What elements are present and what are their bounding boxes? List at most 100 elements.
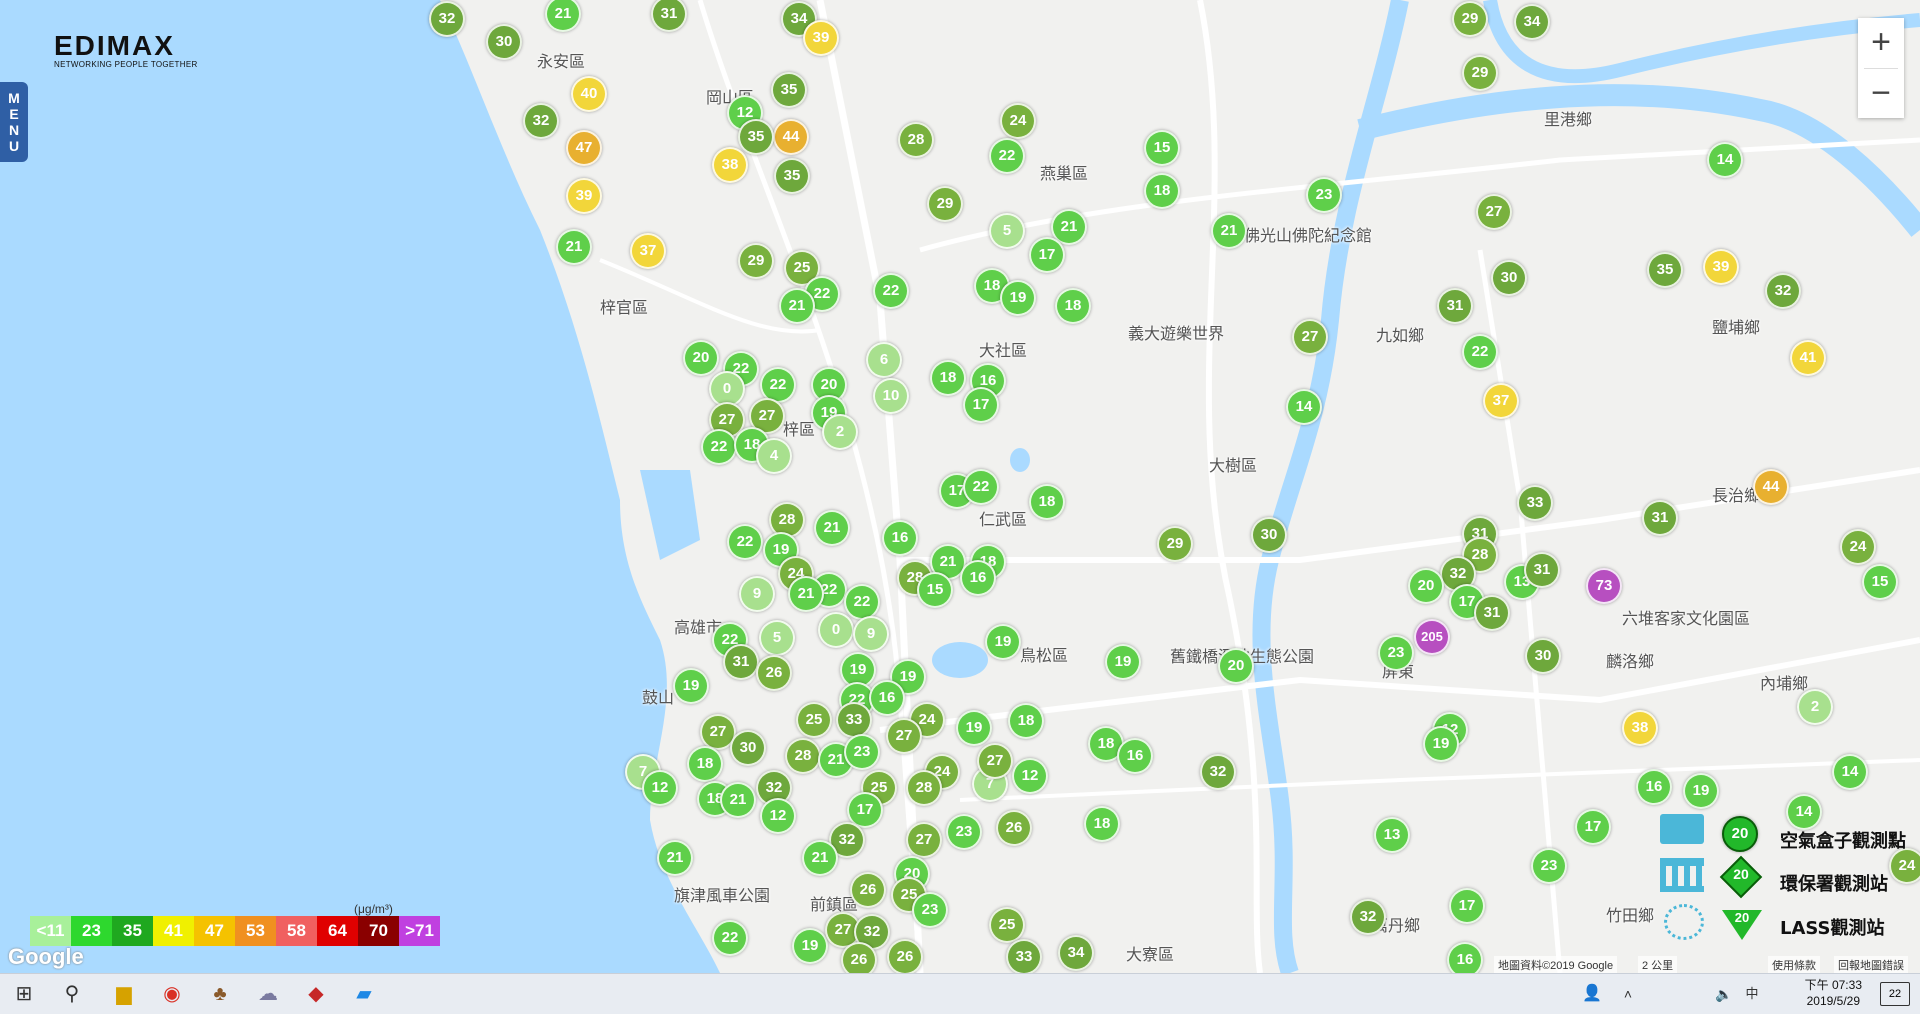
sensor-marker[interactable]: 20 [1218, 648, 1254, 684]
sensor-marker[interactable]: 35 [738, 119, 774, 155]
sensor-marker[interactable]: 23 [844, 734, 880, 770]
sensor-marker[interactable]: 21 [814, 510, 850, 546]
sensor-marker[interactable]: 26 [850, 872, 886, 908]
sensor-marker[interactable]: 18 [687, 746, 723, 782]
sensor-marker[interactable]: 16 [882, 520, 918, 556]
sensor-marker[interactable]: 21 [657, 840, 693, 876]
sensor-marker[interactable]: 32 [523, 103, 559, 139]
sensor-marker[interactable]: 21 [1211, 213, 1247, 249]
sensor-marker[interactable]: 30 [1525, 638, 1561, 674]
sensor-marker[interactable]: 28 [898, 122, 934, 158]
sensor-marker[interactable]: 9 [853, 616, 889, 652]
menu-tab[interactable]: MENU [0, 82, 28, 162]
notification-icon[interactable]: 22 [1880, 982, 1910, 1006]
sensor-marker[interactable]: 17 [1575, 809, 1611, 845]
sensor-marker[interactable]: 33 [1517, 485, 1553, 521]
sensor-marker[interactable]: 16 [1447, 942, 1483, 973]
sensor-marker[interactable]: 19 [985, 624, 1021, 660]
sensor-marker[interactable]: 24 [1889, 848, 1920, 884]
ime-indicator[interactable]: 中 [1738, 980, 1766, 1008]
sensor-marker[interactable]: 21 [720, 782, 756, 818]
sensor-marker[interactable]: 27 [906, 822, 942, 858]
search-icon[interactable]: ⚲ [58, 980, 86, 1008]
sensor-marker[interactable]: 2 [1797, 689, 1833, 725]
sensor-marker[interactable]: 22 [727, 524, 763, 560]
sensor-marker[interactable]: 21 [556, 229, 592, 265]
sensor-marker[interactable]: 20 [1408, 568, 1444, 604]
sensor-marker[interactable]: 29 [1452, 1, 1488, 37]
sensor-marker[interactable]: 18 [1029, 484, 1065, 520]
sensor-marker[interactable]: 12 [1012, 758, 1048, 794]
sensor-marker[interactable]: 73 [1586, 568, 1622, 604]
sensor-marker[interactable]: 27 [1476, 194, 1512, 230]
sensor-marker[interactable]: 19 [1000, 280, 1036, 316]
sensor-marker[interactable]: 26 [841, 942, 877, 973]
sensor-marker[interactable]: 19 [956, 710, 992, 746]
sensor-marker[interactable]: 19 [1105, 644, 1141, 680]
sensor-marker[interactable]: 17 [963, 387, 999, 423]
sensor-marker[interactable]: 18 [1008, 703, 1044, 739]
sensor-marker[interactable]: 35 [771, 72, 807, 108]
file-explorer-icon[interactable]: ▆ [110, 980, 138, 1008]
sensor-marker[interactable]: 15 [1144, 130, 1180, 166]
sensor-marker[interactable]: 38 [1622, 710, 1658, 746]
sensor-marker[interactable]: 22 [873, 273, 909, 309]
sensor-marker[interactable]: 12 [760, 798, 796, 834]
app-icon[interactable]: ☁ [254, 980, 282, 1008]
sensor-marker[interactable]: 16 [869, 680, 905, 716]
sensor-marker[interactable]: 205 [1414, 619, 1450, 655]
sensor-marker[interactable]: 28 [785, 738, 821, 774]
sensor-marker[interactable]: 29 [1157, 526, 1193, 562]
sensor-marker[interactable]: 14 [1707, 142, 1743, 178]
sensor-marker[interactable]: 33 [836, 702, 872, 738]
sensor-marker[interactable]: 22 [701, 429, 737, 465]
sensor-marker[interactable]: 15 [917, 572, 953, 608]
sensor-marker[interactable]: 10 [873, 378, 909, 414]
sensor-marker[interactable]: 19 [673, 668, 709, 704]
map-view[interactable]: 永安區 岡山區 燕巢區 里港鄉 梓官區 大社區 義大遊樂世界 九如鄉 鹽埔鄉 梓區 大樹區 長治鄉 仁武… [0, 0, 1920, 973]
sensor-marker[interactable]: 22 [989, 138, 1025, 174]
sensor-marker[interactable]: 21 [802, 840, 838, 876]
windows-start-icon[interactable]: ⊞ [10, 980, 38, 1008]
sensor-marker[interactable]: 26 [887, 939, 923, 973]
sensor-marker[interactable]: 12 [642, 770, 678, 806]
sensor-marker[interactable]: 31 [1437, 288, 1473, 324]
sensor-marker[interactable]: 30 [486, 24, 522, 60]
sensor-marker[interactable]: 44 [1753, 469, 1789, 505]
sensor-marker[interactable]: 9 [739, 576, 775, 612]
zoom-out-button[interactable]: − [1858, 69, 1904, 119]
sensor-marker[interactable]: 27 [977, 743, 1013, 779]
sensor-marker[interactable]: 39 [566, 178, 602, 214]
sensor-marker[interactable]: 13 [1374, 817, 1410, 853]
sensor-marker[interactable]: 23 [1306, 177, 1342, 213]
sensor-marker[interactable]: 29 [927, 186, 963, 222]
sensor-marker[interactable]: 29 [1462, 55, 1498, 91]
tray-chevron-icon[interactable]: ˄ [1614, 980, 1642, 1008]
app-icon[interactable]: ◆ [302, 980, 330, 1008]
sensor-marker[interactable]: 31 [1642, 500, 1678, 536]
sensor-marker[interactable]: 16 [960, 560, 996, 596]
sensor-marker[interactable]: 18 [1055, 288, 1091, 324]
sensor-marker[interactable]: 23 [946, 814, 982, 850]
sensor-marker[interactable]: 2 [822, 414, 858, 450]
sensor-marker[interactable]: 37 [630, 233, 666, 269]
sensor-marker[interactable]: 17 [1029, 237, 1065, 273]
sensor-marker[interactable]: 24 [1000, 103, 1036, 139]
sensor-marker[interactable]: 31 [723, 644, 759, 680]
sensor-marker[interactable]: 30 [730, 730, 766, 766]
sensor-marker[interactable]: 16 [1636, 769, 1672, 805]
sensor-marker[interactable]: 26 [996, 810, 1032, 846]
sensor-marker[interactable]: 35 [774, 158, 810, 194]
sensor-marker[interactable]: 14 [1786, 794, 1822, 830]
sensor-marker[interactable]: 41 [1790, 340, 1826, 376]
sensor-marker[interactable]: 37 [1483, 383, 1519, 419]
zoom-in-button[interactable]: + [1858, 18, 1904, 68]
sensor-marker[interactable]: 25 [989, 907, 1025, 943]
sensor-marker[interactable]: 38 [712, 147, 748, 183]
app-icon[interactable]: ♣ [206, 980, 234, 1008]
sensor-marker[interactable]: 18 [1084, 806, 1120, 842]
sensor-marker[interactable]: 44 [773, 119, 809, 155]
sensor-marker[interactable]: 28 [906, 770, 942, 806]
chrome-icon[interactable]: ◉ [158, 980, 186, 1008]
sensor-marker[interactable]: 17 [1449, 888, 1485, 924]
